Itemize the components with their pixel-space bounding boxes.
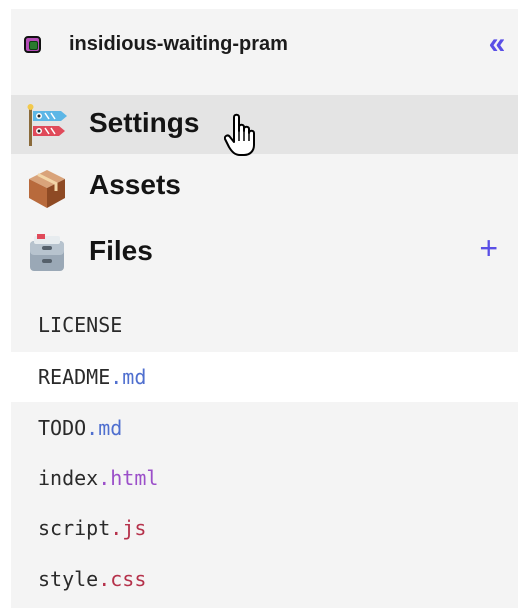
nav-item-files[interactable]: Files + — [11, 224, 518, 283]
carp-streamer-icon — [27, 104, 67, 146]
collapse-sidebar-button[interactable]: « — [482, 29, 512, 59]
hand-pointer-cursor-icon — [224, 113, 255, 156]
file-extension: .html — [98, 466, 159, 490]
nav-label-files: Files — [89, 235, 153, 266]
file-cabinet-icon — [30, 234, 64, 271]
nav-label-assets: Assets — [89, 169, 181, 200]
file-name: README.md — [38, 365, 146, 389]
file-basename: TODO — [38, 416, 87, 440]
package-icon — [29, 170, 65, 208]
file-extension: .css — [98, 567, 147, 591]
nav-label-settings: Settings — [89, 107, 200, 138]
project-title: insidious-waiting-pram — [69, 33, 288, 55]
file-row[interactable]: LICENSE — [11, 300, 518, 350]
file-name: TODO.md — [38, 416, 122, 440]
file-basename: README — [38, 365, 111, 389]
file-basename: index — [38, 466, 99, 490]
file-extension: .md — [110, 365, 147, 389]
add-file-button[interactable]: + — [479, 232, 498, 264]
file-basename: style — [38, 567, 99, 591]
file-name: style.css — [38, 567, 146, 591]
nav-item-settings[interactable]: Settings — [11, 95, 518, 154]
nav-item-assets[interactable]: Assets — [11, 158, 518, 217]
file-name: LICENSE — [38, 313, 122, 337]
file-row[interactable]: README.md — [11, 352, 518, 402]
sidebar: insidious-waiting-pram « Settings Assets — [11, 9, 518, 608]
file-row[interactable]: style.css — [11, 554, 518, 604]
file-extension: .js — [110, 516, 147, 540]
file-row[interactable]: TODO.md — [11, 403, 518, 453]
project-icon — [24, 36, 41, 53]
file-extension: .md — [86, 416, 123, 440]
file-row[interactable]: index.html — [11, 453, 518, 503]
file-name: index.html — [38, 466, 158, 490]
project-header: insidious-waiting-pram « — [11, 9, 518, 91]
file-name: script.js — [38, 516, 146, 540]
file-basename: script — [38, 516, 111, 540]
file-basename: LICENSE — [38, 313, 123, 337]
file-row[interactable]: script.js — [11, 503, 518, 553]
